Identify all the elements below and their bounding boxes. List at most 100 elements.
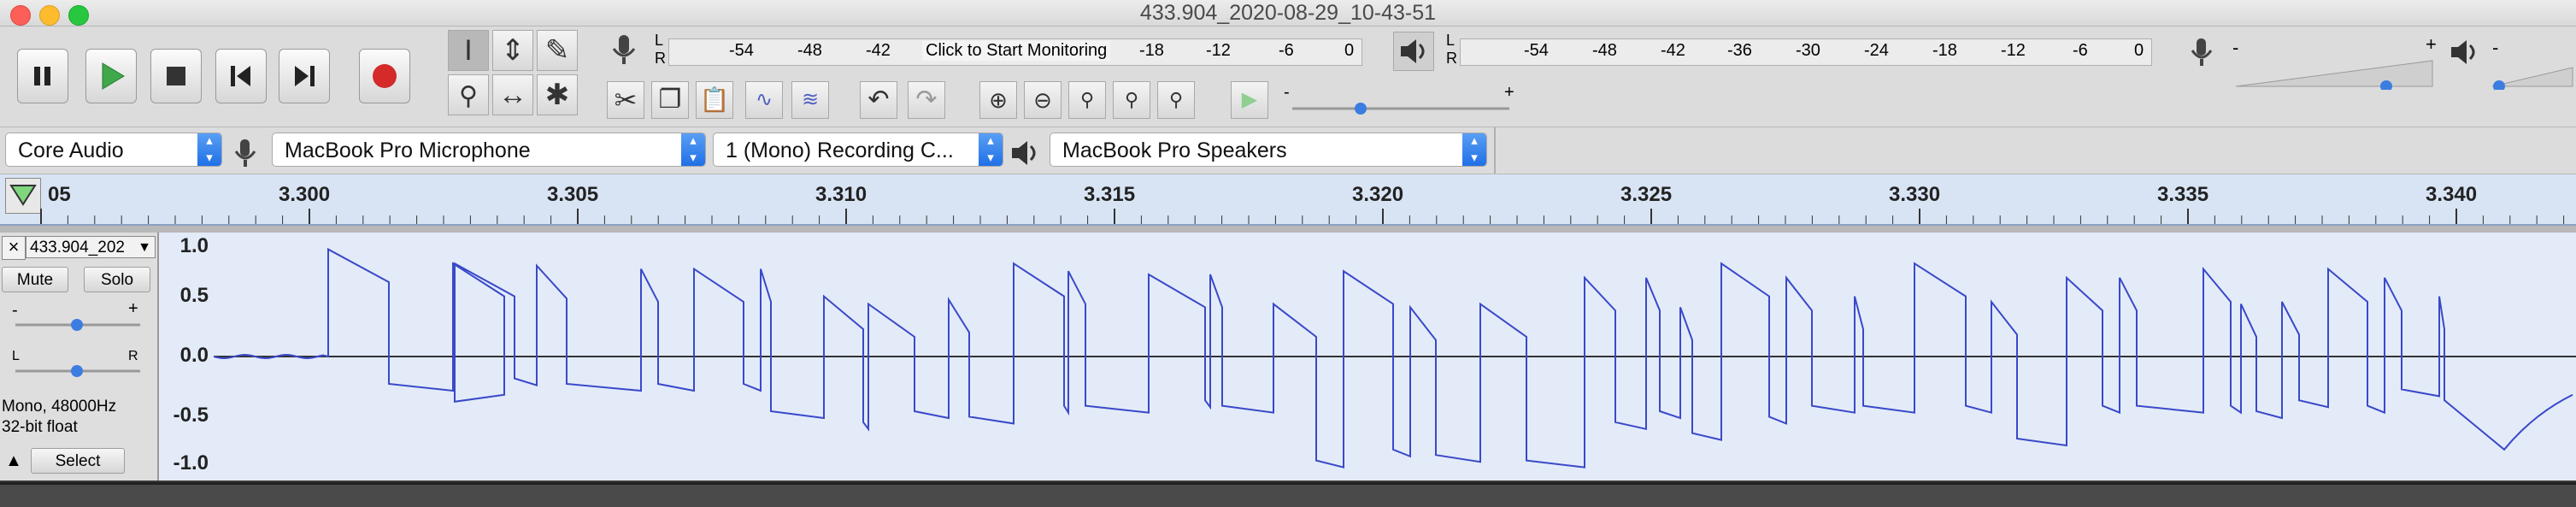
fit-project-button[interactable]: ⚲ xyxy=(1113,81,1150,119)
play-button[interactable] xyxy=(85,49,137,103)
pan-slider[interactable] xyxy=(14,363,142,380)
trim-button[interactable]: ∿ xyxy=(745,81,783,119)
select-track-button[interactable]: Select xyxy=(31,448,125,474)
ruler-ticks xyxy=(40,209,2565,224)
pause-icon xyxy=(34,67,50,85)
timeshift-tool-icon: ↔ xyxy=(498,79,527,111)
ruler-label: 3.335 xyxy=(2157,183,2209,206)
play-speed-slider[interactable] xyxy=(1289,100,1513,117)
recording-device-value: MacBook Pro Microphone xyxy=(285,139,531,162)
solo-button[interactable]: Solo xyxy=(84,267,150,292)
record-meter[interactable]: -54 -48 -42 Click to Start Monitoring -1… xyxy=(668,38,1362,66)
zoom-tool-button[interactable]: ⚲ xyxy=(448,74,489,115)
waveform-area[interactable] xyxy=(213,233,2576,480)
silence-audio-icon: ≋ xyxy=(801,88,820,111)
play-meter-button[interactable] xyxy=(1393,32,1434,71)
ruler-label: 3.330 xyxy=(1889,183,1941,206)
scissors-icon: ✂ xyxy=(614,85,638,115)
trim-audio-icon: ∿ xyxy=(755,88,773,111)
paste-icon: 📋 xyxy=(699,86,730,113)
playback-device-value: MacBook Pro Speakers xyxy=(1062,139,1287,162)
window-title: 433.904_2020-08-29_10-43-51 xyxy=(1139,1,1437,25)
playback-volume-min: - xyxy=(2492,37,2499,58)
y-axis-label: 0.0 xyxy=(179,344,209,367)
recording-channels-value: 1 (Mono) Recording C... xyxy=(726,139,954,162)
track-menu-button[interactable]: 433.904_202 ▼ xyxy=(26,236,156,258)
ruler-label: 3.340 xyxy=(2426,183,2478,206)
undo-button[interactable]: ↶ xyxy=(860,81,897,119)
draw-tool-button[interactable]: ✎ xyxy=(537,30,578,71)
audio-host-dropdown[interactable]: Core Audio ▴ ▾ xyxy=(5,133,222,167)
playback-device-dropdown[interactable]: MacBook Pro Speakers ▴ ▾ xyxy=(1050,133,1487,167)
fit-selection-icon: ⚲ xyxy=(1079,89,1095,110)
mute-button[interactable]: Mute xyxy=(2,267,68,292)
play-meter-tick: -12 xyxy=(2001,41,2026,60)
silence-button[interactable]: ≋ xyxy=(791,81,829,119)
record-meter-tick: -48 xyxy=(797,41,822,60)
zoom-out-icon: ⊖ xyxy=(1033,87,1052,113)
recording-volume-slider[interactable] xyxy=(2234,57,2436,92)
selection-tool-icon: I xyxy=(464,34,473,67)
recording-volume-max: + xyxy=(2426,33,2437,55)
play-at-speed-button[interactable]: ▶ xyxy=(1231,81,1268,119)
vertical-ruler[interactable]: 1.0 0.5 0.0 -0.5 -1.0 xyxy=(159,233,215,480)
toolbar: I ⇕ ✎ ⚲ ↔ ✱ L R -54 -48 -42 Click to Sta… xyxy=(0,27,2576,127)
play-meter-tick: -42 xyxy=(1661,41,1685,60)
y-axis-label: 0.5 xyxy=(179,284,209,307)
recording-volume-min: - xyxy=(2232,37,2239,58)
audio-host-value: Core Audio xyxy=(18,139,124,162)
stop-button[interactable] xyxy=(150,49,202,103)
chevron-updown-icon: ▴ ▾ xyxy=(681,133,705,166)
recording-device-dropdown[interactable]: MacBook Pro Microphone ▴ ▾ xyxy=(272,133,706,167)
status-bar xyxy=(0,482,2576,507)
ruler-label: 3.320 xyxy=(1352,183,1404,206)
multi-tool-button[interactable]: ✱ xyxy=(537,74,578,115)
chevron-down-icon: ▼ xyxy=(138,240,151,255)
pause-button[interactable] xyxy=(17,49,68,103)
cut-button[interactable]: ✂ xyxy=(607,81,644,119)
envelope-tool-button[interactable]: ⇕ xyxy=(492,30,533,71)
copy-button[interactable]: ❐ xyxy=(651,81,689,119)
fit-selection-button[interactable]: ⚲ xyxy=(1068,81,1106,119)
skip-to-start-button[interactable] xyxy=(215,49,267,103)
track-name: 433.904_202 xyxy=(30,239,125,256)
selection-tool-button[interactable]: I xyxy=(448,30,489,71)
close-track-button[interactable]: × xyxy=(2,236,26,260)
recording-volume-icon xyxy=(2188,35,2215,69)
zoom-in-button[interactable]: ⊕ xyxy=(979,81,1017,119)
gain-slider[interactable] xyxy=(14,316,142,333)
timeline-ruler[interactable]: 05 3.300 3.305 3.310 3.315 3.320 3.325 3.330 3.… xyxy=(0,174,2576,226)
play-meter[interactable]: -54 -48 -42 -36 -30 -24 -18 -12 -6 0 xyxy=(1460,38,2152,66)
zoom-toggle-icon: ⚲ xyxy=(1168,89,1184,110)
ruler-label: 3.325 xyxy=(1620,183,1673,206)
track-format: Mono, 48000Hz xyxy=(2,398,117,416)
start-monitoring-label[interactable]: Click to Start Monitoring xyxy=(922,41,1111,61)
right-channel-label: R xyxy=(1446,50,1457,67)
record-meter-button[interactable] xyxy=(607,32,641,69)
recording-channels-dropdown[interactable]: 1 (Mono) Recording C... ▴ ▾ xyxy=(713,133,1003,167)
playback-volume-slider[interactable] xyxy=(2491,57,2574,92)
zoom-toggle-button[interactable]: ⚲ xyxy=(1157,81,1195,119)
envelope-tool-icon: ⇕ xyxy=(500,34,526,67)
multi-tool-icon: ✱ xyxy=(544,79,570,111)
skip-to-end-button[interactable] xyxy=(279,49,330,103)
paste-button[interactable]: 📋 xyxy=(696,81,733,119)
microphone-icon xyxy=(612,35,636,64)
y-axis-label: -0.5 xyxy=(173,404,209,427)
play-meter-tick: -30 xyxy=(1796,41,1820,60)
record-button[interactable] xyxy=(359,49,410,103)
play-meter-lr: L R xyxy=(1446,32,1457,68)
play-meter-tick: -18 xyxy=(1932,41,1957,60)
y-axis-label: -1.0 xyxy=(173,451,209,475)
copy-icon: ❐ xyxy=(658,85,682,114)
left-channel-label: L xyxy=(1446,32,1456,49)
y-axis-label: 1.0 xyxy=(179,234,209,257)
record-meter-tick: -18 xyxy=(1139,41,1164,60)
left-channel-label: L xyxy=(655,32,664,49)
ruler-label: 3.305 xyxy=(547,183,599,206)
redo-button[interactable]: ↷ xyxy=(908,81,945,119)
play-meter-tick: -54 xyxy=(1524,41,1549,60)
collapse-track-button[interactable]: ▲ xyxy=(2,448,26,474)
zoom-out-button[interactable]: ⊖ xyxy=(1024,81,1062,119)
timeshift-tool-button[interactable]: ↔ xyxy=(492,74,533,115)
